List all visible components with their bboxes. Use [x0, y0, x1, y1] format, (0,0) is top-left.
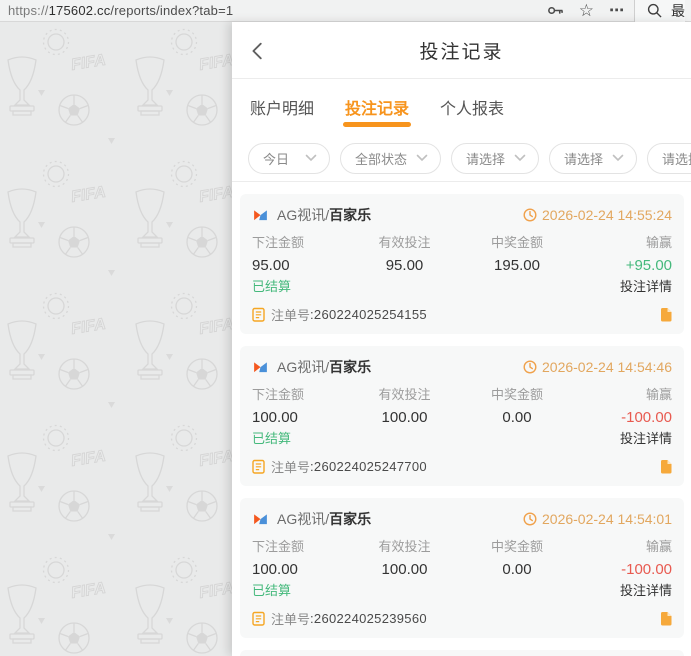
bet-amount-value: 95.00	[252, 257, 290, 274]
tab-bar: 账户明细 投注记录 个人报表	[232, 79, 691, 135]
chevron-down-icon	[514, 154, 526, 162]
search-icon[interactable]	[647, 3, 662, 18]
bet-detail-link[interactable]: 投注详情	[620, 582, 672, 600]
status-badge: 已结算	[252, 583, 292, 598]
col-label-valid-bet: 有效投注	[378, 387, 431, 402]
order-number-label: 注单号	[271, 611, 311, 627]
bet-timestamp: 2026-02-24 14:54:46	[542, 359, 672, 375]
order-number-label: 注单号	[271, 459, 311, 475]
valid-bet-value: 100.00	[381, 409, 428, 426]
back-icon[interactable]	[247, 40, 269, 62]
provider-name: AG视讯/	[277, 359, 330, 375]
bet-timestamp: 2026-02-24 14:55:24	[542, 207, 672, 223]
bet-record-card: AG视讯/ 百家乐 2026-02-24 14:53:16 下注金额 有效投注 …	[240, 650, 684, 656]
provider-logo-icon	[254, 209, 267, 220]
winloss-value: +95.00	[625, 257, 672, 274]
col-label-payout: 中奖金额	[490, 539, 543, 554]
col-label-valid-bet: 有效投注	[378, 235, 431, 250]
status-badge: 已结算	[252, 279, 292, 294]
bet-record-card: AG视讯/ 百家乐 2026-02-24 14:54:46 下注金额 有效投注 …	[240, 346, 684, 486]
clock-icon	[523, 360, 537, 374]
filter-select-3-value: 请选择	[466, 151, 506, 167]
filter-date-value: 今日	[263, 151, 290, 167]
bet-amount-value: 100.00	[252, 409, 298, 426]
provider-name: AG视讯/	[277, 207, 330, 223]
reports-panel: 投注记录 账户明细 投注记录 个人报表 今日 全部状态 请选择 请选择 请选 A…	[232, 22, 691, 656]
more-options-icon[interactable]: ⋯	[609, 3, 624, 18]
order-number-value: :260224025239560	[310, 610, 427, 626]
payout-value: 0.00	[502, 409, 532, 426]
game-name: 百家乐	[329, 511, 372, 527]
order-number-value: :260224025254155	[310, 306, 427, 322]
col-label-bet-amount: 下注金额	[252, 539, 305, 554]
filter-select-4[interactable]: 请选择	[549, 142, 638, 174]
col-label-winloss: 输赢	[645, 539, 672, 554]
payout-value: 0.00	[502, 561, 532, 578]
filter-status-value: 全部状态	[355, 151, 408, 167]
bet-record-card: AG视讯/ 百家乐 2026-02-24 14:55:24 下注金额 有效投注 …	[240, 194, 684, 334]
col-label-valid-bet: 有效投注	[378, 539, 431, 554]
filter-bar: 今日 全部状态 请选择 请选择 请选择	[232, 135, 691, 182]
url-scheme: https://	[8, 3, 49, 18]
winloss-value: -100.00	[621, 409, 672, 426]
provider-logo-icon	[254, 513, 267, 524]
url-field[interactable]: https://175602.cc/reports/index?tab=1	[8, 3, 547, 18]
status-badge: 已结算	[252, 431, 292, 446]
filter-select-5-value: 请选择	[662, 151, 691, 167]
key-icon[interactable]	[547, 4, 564, 17]
app-viewport: FIFA 投注记录 账户明细 投注记录 个人报表	[0, 22, 691, 656]
chevron-down-icon	[612, 154, 624, 162]
payout-value: 195.00	[494, 257, 540, 274]
bet-detail-link[interactable]: 投注详情	[620, 278, 672, 296]
tab-bet-records[interactable]: 投注记录	[343, 80, 412, 134]
chevron-down-icon	[305, 154, 317, 162]
order-note-icon	[252, 611, 265, 626]
game-name: 百家乐	[329, 359, 372, 375]
col-label-bet-amount: 下注金额	[252, 235, 305, 250]
bet-amount-value: 100.00	[252, 561, 298, 578]
filter-date-select[interactable]: 今日	[248, 142, 330, 174]
bet-timestamp: 2026-02-24 14:54:01	[542, 511, 672, 527]
order-note-icon	[252, 307, 265, 322]
filter-select-5[interactable]: 请选择	[647, 142, 691, 174]
filter-status-select[interactable]: 全部状态	[340, 142, 442, 174]
clock-icon	[523, 512, 537, 526]
fifa-watermark-background: FIFA	[0, 22, 232, 656]
valid-bet-value: 95.00	[385, 257, 424, 274]
browser-search-zone: 最	[634, 0, 685, 22]
bet-record-card: AG视讯/ 百家乐 2026-02-24 14:54:01 下注金额 有效投注 …	[240, 498, 684, 638]
order-number-label: 注单号	[271, 307, 311, 323]
col-label-winloss: 输赢	[645, 387, 672, 402]
url-domain: 175602.cc	[48, 3, 111, 18]
col-label-bet-amount: 下注金额	[252, 387, 305, 402]
provider-logo-icon	[254, 361, 267, 372]
col-label-payout: 中奖金额	[490, 235, 543, 250]
filter-select-3[interactable]: 请选择	[451, 142, 540, 174]
copy-icon[interactable]	[659, 307, 672, 322]
tab-personal-report[interactable]: 个人报表	[438, 80, 506, 134]
order-number-value: :260224025247700	[310, 458, 427, 474]
url-path: /reports/index?tab=1	[110, 3, 234, 18]
bookmark-star-icon[interactable]: ☆	[579, 2, 594, 19]
copy-icon[interactable]	[659, 459, 672, 474]
order-note-icon	[252, 459, 265, 474]
bet-detail-link[interactable]: 投注详情	[620, 430, 672, 448]
chevron-down-icon	[416, 154, 428, 162]
winloss-value: -100.00	[621, 561, 672, 578]
col-label-winloss: 输赢	[645, 235, 672, 250]
browser-menu-label[interactable]: 最	[671, 1, 685, 21]
provider-name: AG视讯/	[277, 511, 330, 527]
clock-icon	[523, 208, 537, 222]
valid-bet-value: 100.00	[381, 561, 428, 578]
records-list: AG视讯/ 百家乐 2026-02-24 14:55:24 下注金额 有效投注 …	[232, 182, 691, 656]
browser-address-bar: https://175602.cc/reports/index?tab=1 ☆ …	[0, 0, 691, 22]
page-header: 投注记录	[232, 22, 691, 79]
page-title: 投注记录	[419, 41, 504, 63]
tab-account-details[interactable]: 账户明细	[248, 80, 316, 134]
game-name: 百家乐	[329, 207, 372, 223]
filter-select-4-value: 请选择	[564, 151, 604, 167]
copy-icon[interactable]	[659, 611, 672, 626]
col-label-payout: 中奖金额	[490, 387, 543, 402]
